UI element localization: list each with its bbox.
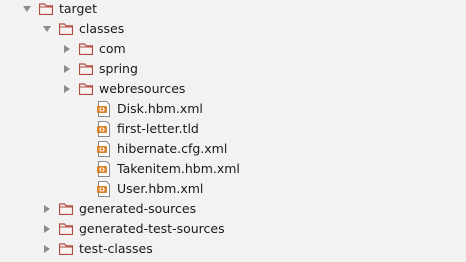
tree-node-disk-hbm-xml[interactable]: Disk.hbm.xml [78, 99, 203, 119]
xml-file-icon [96, 141, 112, 157]
tree-node-label: generated-sources [79, 201, 197, 216]
tree-node-hibernate-cfg-xml[interactable]: hibernate.cfg.xml [78, 139, 227, 159]
expand-arrow-right-icon[interactable] [60, 59, 74, 79]
tree-node-label: spring [99, 61, 138, 76]
tree-node-classes[interactable]: classes [40, 19, 124, 39]
expand-arrow-right-icon[interactable] [40, 199, 54, 219]
folder-icon [58, 201, 74, 217]
folder-icon [78, 41, 94, 57]
tree-node-label: generated-test-sources [79, 221, 225, 236]
tree-node-label: webresources [99, 81, 186, 96]
tree-node-first-letter-tld[interactable]: first-letter.tld [78, 119, 199, 139]
expand-arrow-right-icon[interactable] [40, 239, 54, 259]
xml-file-icon [96, 181, 112, 197]
folder-icon [58, 21, 74, 37]
expand-arrow-right-icon[interactable] [40, 219, 54, 239]
folder-icon [58, 241, 74, 257]
tree-node-label: first-letter.tld [117, 121, 199, 136]
expand-arrow-down-icon[interactable] [40, 19, 54, 39]
folder-icon [78, 61, 94, 77]
expand-arrow-right-icon[interactable] [60, 79, 74, 99]
project-tree: target classes com spring webresources D… [0, 0, 466, 262]
tree-node-generated-test-sources[interactable]: generated-test-sources [40, 219, 225, 239]
xml-file-icon [96, 121, 112, 137]
tree-node-label: target [59, 1, 98, 16]
expand-arrow-right-icon[interactable] [60, 39, 74, 59]
tree-node-label: classes [79, 21, 125, 36]
tree-node-target[interactable]: target [20, 0, 97, 19]
tree-node-spring[interactable]: spring [60, 59, 138, 79]
folder-icon [38, 1, 54, 17]
tree-node-user-hbm-xml[interactable]: User.hbm.xml [78, 179, 203, 199]
tree-node-label: test-classes [79, 241, 153, 256]
tree-node-com[interactable]: com [60, 39, 126, 59]
xml-file-icon [96, 161, 112, 177]
tree-node-test-classes[interactable]: test-classes [40, 239, 153, 259]
tree-node-takenitem-hbm-xml[interactable]: Takenitem.hbm.xml [78, 159, 240, 179]
tree-node-label: User.hbm.xml [117, 181, 204, 196]
xml-file-icon [96, 101, 112, 117]
folder-icon [78, 81, 94, 97]
tree-node-label: Disk.hbm.xml [117, 101, 203, 116]
folder-icon [58, 221, 74, 237]
tree-node-webresources[interactable]: webresources [60, 79, 185, 99]
tree-node-generated-sources[interactable]: generated-sources [40, 199, 196, 219]
expand-arrow-down-icon[interactable] [20, 0, 34, 19]
tree-node-label: Takenitem.hbm.xml [117, 161, 240, 176]
tree-node-label: hibernate.cfg.xml [117, 141, 228, 156]
tree-node-label: com [99, 41, 126, 56]
